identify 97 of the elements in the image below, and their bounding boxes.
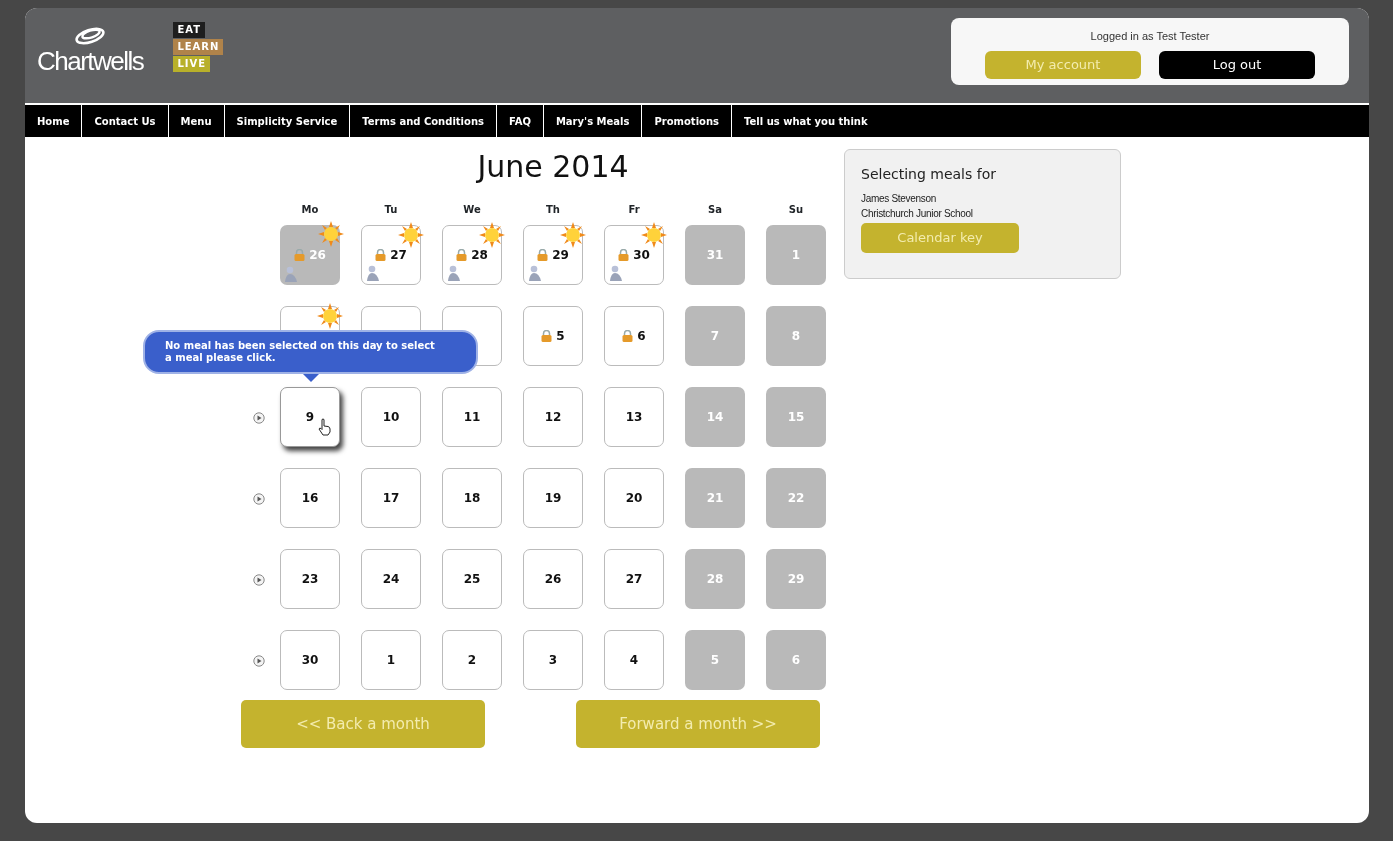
day-cell[interactable]: 18 [442,468,502,528]
day-number: 28 [471,247,488,264]
day-cell[interactable]: 24 [361,549,421,609]
day-number: 3 [548,652,558,669]
day-number: 17 [382,490,400,507]
day-number: 13 [625,409,643,426]
nav-link[interactable]: Terms and Conditions [350,105,497,137]
day-number: 6 [637,328,646,345]
day-cell[interactable]: 23 [280,549,340,609]
calendar-title: June 2014 [475,149,630,185]
day-cell[interactable]: 9 [280,387,340,447]
day-number: 29 [552,247,569,264]
day-number: 18 [463,490,481,507]
day-number: 20 [625,490,643,507]
day-cell[interactable]: 29 [523,225,583,285]
hand-cursor-icon [318,418,331,436]
weekday-header: We [462,203,482,217]
day-number: 23 [301,571,319,588]
day-number: 9 [305,409,315,426]
day-cell[interactable]: 5 [523,306,583,366]
login-status: Logged in as Test Tester [1089,29,1211,44]
day-cell[interactable]: 10 [361,387,421,447]
day-cell[interactable]: 30 [604,225,664,285]
day-cell[interactable]: 25 [442,549,502,609]
day-number: 12 [544,409,562,426]
play-icon[interactable] [253,573,265,586]
day-cell[interactable]: 17 [361,468,421,528]
weekday-header: Su [787,203,805,217]
day-number: 28 [706,571,724,588]
day-cell[interactable]: 3 [523,630,583,690]
day-number: 1 [386,652,396,669]
day-number: 11 [463,409,481,426]
day-cell[interactable]: 27 [361,225,421,285]
day-cell[interactable]: 6 [604,306,664,366]
logout-button[interactable]: Log out [1159,50,1315,79]
day-cell[interactable]: 12 [523,387,583,447]
day-cell[interactable]: 4 [604,630,664,690]
tagline-word: EAT [173,22,205,38]
day-number: 29 [787,571,805,588]
day-number: 14 [706,409,724,426]
day-number: 27 [390,247,407,264]
day-cell[interactable]: 13 [604,387,664,447]
day-number: 7 [710,328,720,345]
play-icon[interactable] [253,654,265,667]
nav-link[interactable]: Contact Us [82,105,169,137]
day-cell[interactable]: 26 [523,549,583,609]
day-number: 27 [625,571,643,588]
day-number: 22 [787,490,805,507]
nav-link[interactable]: Promotions [642,105,732,137]
day-number: 30 [301,652,319,669]
school-name: Christchurch Junior School [861,207,974,221]
day-cell[interactable]: 11 [442,387,502,447]
day-number: 8 [791,328,801,345]
day-number: 21 [706,490,724,507]
day-number: 30 [633,247,650,264]
day-number: 5 [710,652,720,669]
nav-link[interactable]: Tell us what you think [732,105,880,137]
day-number: 19 [544,490,562,507]
day-number: 5 [556,328,565,345]
nav-link[interactable]: Menu [168,105,225,137]
student-name: James Stevenson [861,192,937,206]
play-icon[interactable] [253,492,265,505]
day-number: 31 [706,247,724,264]
day-cell[interactable]: 2 [442,630,502,690]
day-number: 25 [463,571,481,588]
nav-link[interactable]: Simplicity Service [224,105,351,137]
day-number: 1 [791,247,801,264]
day-number: 24 [382,571,400,588]
day-number: 26 [544,571,562,588]
tooltip: No meal has been selected on this day to select a meal please click. [143,330,478,382]
day-cell[interactable]: 27 [604,549,664,609]
nav-link[interactable]: Home [25,105,83,137]
day-number: 2 [467,652,477,669]
nav-link[interactable]: FAQ [497,105,544,137]
day-cell[interactable]: 1 [361,630,421,690]
day-number: 6 [791,652,801,669]
weekday-header: Fr [627,203,641,217]
logo-text: Chartwells [37,48,144,74]
play-icon[interactable] [253,411,265,424]
day-number: 26 [309,247,326,264]
day-cell[interactable]: 28 [442,225,502,285]
day-cell[interactable]: 30 [280,630,340,690]
weekday-header: Sa [707,203,723,217]
card-heading: Selecting meals for [861,165,997,184]
weekday-header: Th [545,203,561,217]
day-number: 10 [382,409,400,426]
day-number: 15 [787,409,805,426]
day-cell[interactable]: 20 [604,468,664,528]
weekday-header: Tu [383,203,399,217]
weekday-header: Mo [300,203,320,217]
day-number: 4 [629,652,639,669]
tagline-word: LIVE [173,56,211,72]
tagline-word: LEARN [173,39,224,55]
day-cell[interactable]: 19 [523,468,583,528]
day-cell[interactable]: 16 [280,468,340,528]
nav-link[interactable]: Mary's Meals [543,105,643,137]
day-number: 16 [301,490,319,507]
